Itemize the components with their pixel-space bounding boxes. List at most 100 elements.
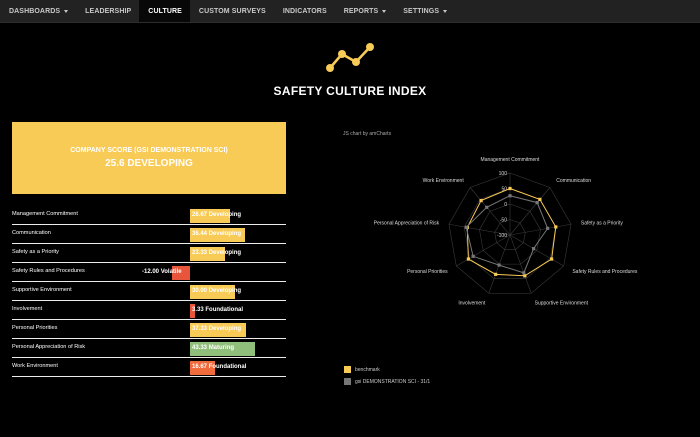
score-number: -12.00 xyxy=(142,269,160,275)
company-score-label: COMPANY SCORE (GSI DEMONSTRATION SCI) xyxy=(70,147,228,154)
score-number: 23.33 xyxy=(192,250,208,256)
dimension-name: Supportive Environment xyxy=(12,287,72,293)
dimension-name: Safety Rules and Procedures xyxy=(12,268,85,274)
score-number: 26.67 xyxy=(192,212,208,218)
radar-data-point xyxy=(479,198,483,203)
chart-legend: benchmark gsi DEMONSTRATION SCI - 31/1 xyxy=(344,366,430,390)
dimension-row: Work Environment 16.67 Foundational xyxy=(12,359,286,377)
dimension-row: Supportive Environment 30.00 Developing xyxy=(12,283,286,301)
legend-item[interactable]: benchmark xyxy=(344,366,430,373)
radar-spoke xyxy=(509,187,551,236)
radar-data-point xyxy=(494,272,498,276)
radar-spoke xyxy=(509,223,572,236)
page-title: SAFETY CULTURE INDEX xyxy=(273,84,427,98)
dimension-score-value: 16.67 Foundational xyxy=(192,364,246,370)
dimension-row: Involvement 3.33 Foundational xyxy=(12,302,286,320)
radar-category-label: Personal Priorities xyxy=(407,269,448,275)
nav-item-label: SETTINGS xyxy=(403,7,440,15)
score-level: Developing xyxy=(208,288,242,294)
radar-data-point xyxy=(485,205,489,209)
nav-item-dashboards[interactable]: DASHBOARDS xyxy=(0,0,76,22)
legend-swatch xyxy=(344,378,351,385)
radar-chart: 100500-50-100Management CommitmentCommun… xyxy=(374,157,638,307)
nav-item-label: LEADERSHIP xyxy=(85,7,132,15)
nav-item-custom-surveys[interactable]: CUSTOM SURVEYS xyxy=(190,0,274,22)
dimension-score-value: 26.67 Developing xyxy=(192,212,241,218)
dimension-name: Personal Appreciation of Risk xyxy=(12,344,86,350)
dimension-name: Personal Priorities xyxy=(12,325,58,331)
nav-item-label: CUSTOM SURVEYS xyxy=(198,7,266,15)
dimension-row: Personal Appreciation of Risk 43.33 Matur… xyxy=(12,340,286,358)
score-level: Developing xyxy=(208,231,242,237)
nav-item-label: INDICATORS xyxy=(282,7,327,15)
dimension-score-value: 30.00 Developing xyxy=(192,288,241,294)
radar-spoke xyxy=(456,234,511,267)
dimension-score-value: 36.44 Developing xyxy=(192,231,241,237)
top-navbar: DASHBOARDS LEADERSHIP CULTURE CUSTOM SURVEY… xyxy=(0,0,700,23)
legend-label: gsi DEMONSTRATION SCI - 31/1 xyxy=(355,378,431,385)
dimension-name: Involvement xyxy=(12,306,43,312)
score-level: Maturing xyxy=(208,345,235,351)
score-number: 43.33 xyxy=(192,345,208,351)
nav-item-culture[interactable]: CULTURE xyxy=(139,0,190,22)
radar-category-label: Management Commitment xyxy=(481,157,541,163)
dimension-score-value: -12.00 Volatile xyxy=(142,269,182,275)
nav-item-indicators[interactable]: INDICATORS xyxy=(274,0,335,22)
dimension-name: Communication xyxy=(12,230,51,236)
radar-category-label: Supportive Environment xyxy=(535,301,589,307)
radar-tick-label: 0 xyxy=(504,202,507,208)
radar-data-point xyxy=(508,186,512,191)
company-score-card: COMPANY SCORE (GSI DEMONSTRATION SCI) 25… xyxy=(12,122,286,194)
score-number: 30.00 xyxy=(192,288,208,294)
score-level: Developing xyxy=(208,250,242,256)
radar-data-point xyxy=(535,200,539,205)
chart-credit-link[interactable]: JS chart by amCharts xyxy=(343,131,391,137)
radar-spoke xyxy=(509,234,564,267)
legend-item[interactable]: gsi DEMONSTRATION SCI - 31/1 xyxy=(344,378,430,385)
radar-data-point xyxy=(523,274,527,278)
chevron-down-icon xyxy=(443,9,448,13)
score-number: 16.67 xyxy=(192,364,208,370)
chevron-down-icon xyxy=(64,9,69,13)
radar-data-point xyxy=(466,257,470,261)
radar-data-point xyxy=(522,271,526,275)
dimension-name: Work Environment xyxy=(12,363,58,369)
legend-label: benchmark xyxy=(355,366,380,373)
radar-category-label: Safety Rules and Procedures xyxy=(572,269,638,275)
dimension-score-value: 3.33 Foundational xyxy=(192,307,243,313)
radar-data-point xyxy=(532,247,536,251)
nav-item-reports[interactable]: REPORTS xyxy=(335,0,395,22)
radar-data-point xyxy=(550,257,554,261)
chevron-down-icon xyxy=(382,9,387,13)
radar-data-point xyxy=(508,194,512,198)
nav-item-settings[interactable]: SETTINGS xyxy=(394,0,455,22)
company-score-value: 25.6 DEVELOPING xyxy=(105,158,193,169)
score-level: Developing xyxy=(208,212,242,218)
radar-category-label: Communication xyxy=(556,178,591,184)
radar-data-point xyxy=(554,225,558,229)
radar-data-point xyxy=(471,254,475,258)
score-level: Foundational xyxy=(205,307,244,313)
dimension-row: Management Commitment 26.67 Developing xyxy=(12,207,286,225)
dimension-row: Safety as a Priority 23.33 Developing xyxy=(12,245,286,263)
radar-data-point xyxy=(464,225,468,229)
dimension-row: Communication 36.44 Developing xyxy=(12,226,286,244)
legend-swatch xyxy=(344,366,351,373)
score-number: 3.33 xyxy=(192,307,204,313)
nav-item-label: REPORTS xyxy=(343,7,379,15)
radar-tick-label: -50 xyxy=(500,218,507,224)
nav-item-label: CULTURE xyxy=(148,7,182,15)
radar-data-point xyxy=(546,226,550,230)
dimension-score-value: 37.33 Developing xyxy=(192,326,241,332)
score-level: Foundational xyxy=(208,364,247,370)
nav-item-label: DASHBOARDS xyxy=(9,7,61,15)
dimension-score-list: Management Commitment 26.67 Developing Com… xyxy=(12,207,286,378)
dimension-name: Management Commitment xyxy=(12,211,78,217)
score-number: 36.44 xyxy=(192,231,208,237)
radar-category-label: Work Environment xyxy=(423,178,465,184)
radar-tick-label: -100 xyxy=(497,233,507,239)
dimension-row: Safety Rules and Procedures -12.00 Volati… xyxy=(12,264,286,282)
dimension-score-value: 23.33 Developing xyxy=(192,250,241,256)
dimension-name: Safety as a Priority xyxy=(12,249,59,255)
nav-item-leadership[interactable]: LEADERSHIP xyxy=(76,0,139,22)
